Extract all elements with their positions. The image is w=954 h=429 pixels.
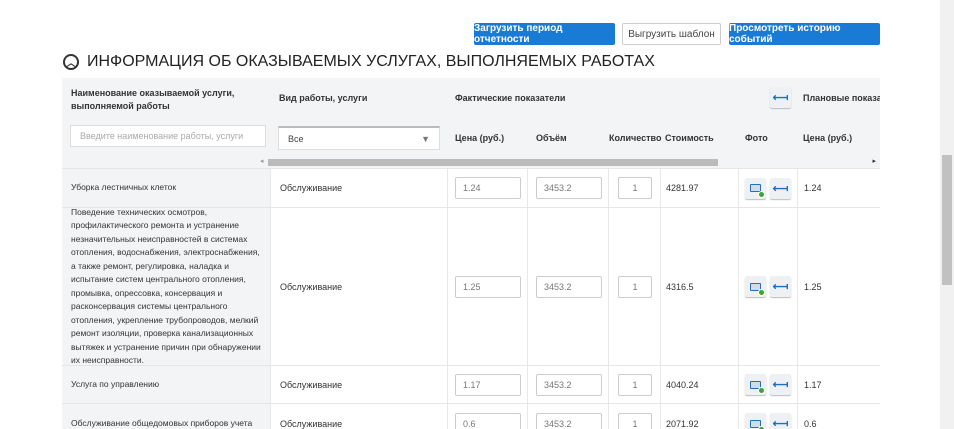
plan-price-value: 0.6 <box>797 404 880 429</box>
quantity-input[interactable]: 1 <box>618 412 652 429</box>
plus-icon <box>758 190 765 198</box>
header-volume: Объём <box>536 133 567 143</box>
header-photo: Фото <box>745 133 768 143</box>
upload-period-button[interactable]: Загрузить период отчетности <box>474 23 615 45</box>
plan-price-value: 1.17 <box>797 366 880 403</box>
scrollbar-thumb[interactable] <box>268 159 718 166</box>
header-actual: Фактические показатели <box>455 93 566 103</box>
add-photo-button[interactable] <box>745 177 766 199</box>
vertical-scrollbar-thumb[interactable] <box>942 155 952 285</box>
add-photo-button[interactable] <box>745 276 766 297</box>
header-planned: Плановые показат <box>803 93 880 103</box>
volume-input[interactable]: 3453.2 <box>536 373 602 396</box>
service-name: Услуга по управлению <box>62 366 270 403</box>
copy-plan-arrow-icon[interactable]: ⟻ <box>770 413 791 429</box>
vertical-scrollbar[interactable] <box>940 0 954 429</box>
table-row: Услуга по управлению Обслуживание 1.17 3… <box>62 365 880 403</box>
plan-price-value: 1.24 <box>797 169 880 207</box>
name-filter-input[interactable]: Введите наименование работы, услуги <box>70 125 266 147</box>
table-row: Поведение технических осмотров, профилак… <box>62 207 880 365</box>
add-photo-button[interactable] <box>745 374 766 395</box>
work-type: Обслуживание <box>270 366 447 403</box>
section-header: ︿ ИНФОРМАЦИЯ ОБ ОКАЗЫВАЕМЫХ УСЛУГАХ, ВЫП… <box>63 53 655 71</box>
quantity-input[interactable]: 1 <box>618 177 652 199</box>
type-filter-value: Все <box>288 133 304 144</box>
add-photo-button[interactable] <box>745 413 766 429</box>
cost-value: 2071.92 <box>660 404 738 429</box>
price-input[interactable]: 0.6 <box>455 412 521 429</box>
collapse-arrow-icon[interactable]: ⟻ <box>770 87 791 108</box>
dropdown-arrow-icon: ▼ <box>421 133 430 144</box>
header-price: Цена (руб.) <box>455 133 505 143</box>
cost-value: 4040.24 <box>660 366 738 403</box>
work-type: Обслуживание <box>270 404 447 429</box>
services-table: Наименование оказываемой услуги, выполня… <box>62 78 880 429</box>
plan-price-value: 1.25 <box>797 208 880 365</box>
service-name: Поведение технических осмотров, профилак… <box>62 207 270 365</box>
header-qty: Количество <box>609 133 662 143</box>
work-type: Обслуживание <box>270 169 447 207</box>
header-type: Вид работы, услуги <box>279 93 368 103</box>
collapse-chevron-icon[interactable]: ︿ <box>63 54 79 70</box>
plus-icon <box>758 289 765 296</box>
cost-value: 4316.5 <box>660 208 738 365</box>
copy-plan-arrow-icon[interactable]: ⟻ <box>770 177 791 199</box>
view-history-button[interactable]: Просмотреть историю событий <box>729 23 880 45</box>
volume-input[interactable]: 3453.2 <box>536 275 602 298</box>
volume-input[interactable]: 3453.2 <box>536 177 602 199</box>
cost-value: 4281.97 <box>660 169 738 207</box>
section-title: ИНФОРМАЦИЯ ОБ ОКАЗЫВАЕМЫХ УСЛУГАХ, ВЫПОЛ… <box>87 53 655 70</box>
service-name: Уборка лестничных клеток <box>62 169 270 207</box>
download-template-button[interactable]: Выгрузить шаблон <box>622 23 721 45</box>
plus-icon <box>758 387 765 394</box>
header-name: Наименование оказываемой услуги, выполня… <box>71 88 235 111</box>
copy-plan-arrow-icon[interactable]: ⟻ <box>770 374 791 395</box>
copy-plan-arrow-icon[interactable]: ⟻ <box>770 276 791 297</box>
header-cost: Стоимость <box>665 133 714 143</box>
quantity-input[interactable]: 1 <box>618 275 652 298</box>
price-input[interactable]: 1.24 <box>455 177 521 199</box>
horizontal-scrollbar[interactable]: ◂ ▸ <box>260 157 880 167</box>
price-input[interactable]: 1.25 <box>455 275 521 298</box>
price-input[interactable]: 1.17 <box>455 373 521 396</box>
table-row: Обслуживание общедомовых приборов учета … <box>62 403 880 429</box>
table-header: Наименование оказываемой услуги, выполня… <box>62 78 880 168</box>
service-name: Обслуживание общедомовых приборов учета <box>62 404 270 429</box>
work-type: Обслуживание <box>270 208 447 365</box>
type-filter-select[interactable]: Все ▼ <box>278 126 440 150</box>
table-row: Уборка лестничных клеток Обслуживание 1.… <box>62 168 880 207</box>
header-plan-price: Цена (руб.) <box>803 133 853 143</box>
quantity-input[interactable]: 1 <box>618 373 652 396</box>
volume-input[interactable]: 3453.2 <box>536 412 602 429</box>
